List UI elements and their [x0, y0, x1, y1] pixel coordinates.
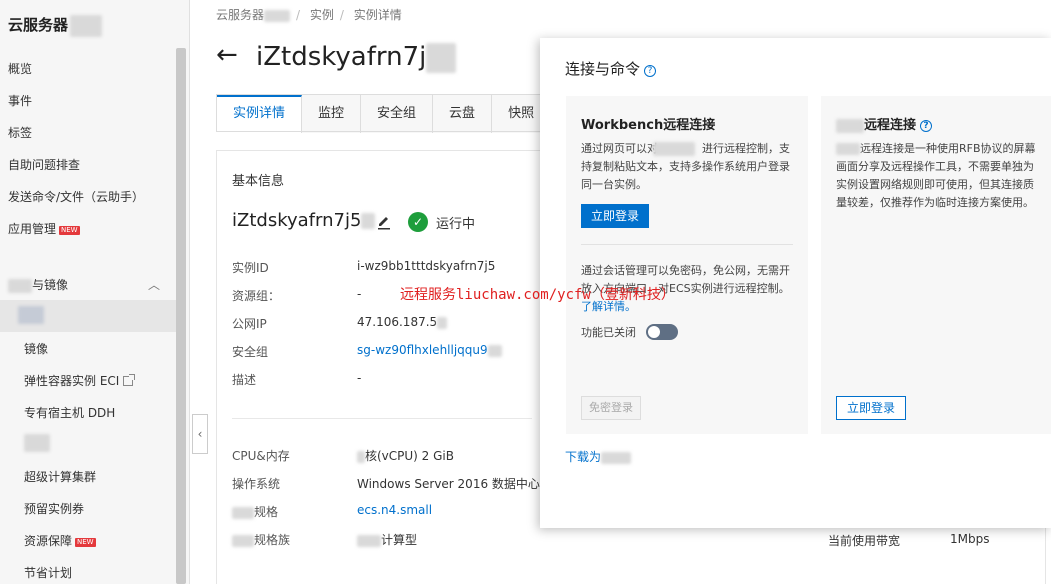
connect-command-dialog: 连接与命令? Workbench远程连接 通过网页可以对 进行远程控制，支持复制… — [540, 38, 1051, 528]
breadcrumb-item[interactable]: 实例 — [310, 8, 334, 22]
instance-name: iZtdskyafrn7j5 — [232, 210, 376, 231]
toggle-label: 功能已关闭 — [581, 326, 636, 339]
vnc-description: 远程连接是一种使用RFB协议的屏幕画面分享及远程操作工具，不需要单独为实例设置网… — [836, 142, 1036, 209]
sidebar-item-label: 资源保障 — [24, 534, 73, 548]
tab-security-group[interactable]: 安全组 — [361, 95, 434, 133]
label-resource-group: 资源组： — [232, 289, 281, 303]
workbench-title: Workbench远程连接 — [581, 118, 716, 133]
download-link[interactable]: 下载为 — [565, 448, 632, 465]
tab-monitoring[interactable]: 监控 — [302, 95, 362, 133]
status-text: 运行中 — [436, 216, 476, 232]
sidebar-item-resource-guarantee[interactable]: 资源保障 NEW — [24, 532, 96, 549]
sidebar-scrollbar[interactable] — [176, 48, 186, 584]
vnc-login-button[interactable]: 立即登录 — [836, 396, 907, 420]
label-instance-type: 规格 — [232, 503, 278, 520]
sidebar-item-tags[interactable]: 标签 — [8, 124, 32, 141]
new-badge: NEW — [59, 226, 80, 235]
sidebar-title: 云服务器 — [8, 14, 103, 37]
check-icon: ✓ — [408, 212, 428, 232]
external-link-icon — [123, 374, 136, 386]
sidebar-item-label: 应用管理 — [8, 222, 57, 236]
help-icon[interactable]: ? — [920, 120, 933, 132]
vnc-title: 远程连接? — [836, 114, 933, 133]
sidebar-item-send-command[interactable]: 发送命令/文件（云助手） — [8, 188, 144, 205]
sidebar-item-app-management[interactable]: 应用管理 NEW — [8, 220, 80, 237]
tab-underline — [216, 131, 546, 132]
label-public-ip: 公网IP — [232, 317, 267, 331]
value-description: - — [357, 371, 362, 385]
sidebar-section-label: 与镜像 — [32, 278, 69, 292]
sidebar-item-images[interactable]: 镜像 — [24, 340, 48, 357]
breadcrumb-item: 实例详情 — [353, 8, 402, 22]
value-bandwidth: 1Mbps — [950, 532, 990, 546]
sidebar-item-savings-plan[interactable]: 节省计划 — [24, 564, 72, 581]
divider — [232, 418, 532, 419]
chevron-left-icon: ‹ — [197, 427, 203, 441]
page-title: iZtdskyafrn7j — [256, 40, 457, 74]
passwordless-login-button: 免密登录 — [581, 396, 641, 420]
sidebar-item-eci[interactable]: 弹性容器实例 ECI — [24, 372, 136, 389]
sidebar-item-label: 弹性容器实例 ECI — [24, 374, 120, 388]
sidebar-item-blurred[interactable] — [24, 434, 50, 452]
sidebar-collapse-button[interactable]: ‹ — [192, 414, 208, 454]
sidebar-item-active[interactable] — [0, 300, 176, 332]
value-os: Windows Server 2016 数据中心版 — [357, 477, 552, 491]
value-cpu-memory: 核(vCPU) 2 GiB — [357, 447, 454, 464]
workbench-card: Workbench远程连接 通过网页可以对 进行远程控制，支持复制粘贴文本，支持… — [566, 96, 808, 434]
workbench-login-button[interactable]: 立即登录 — [581, 204, 650, 228]
value-public-ip: 47.106.187.5 — [357, 315, 448, 329]
link-instance-type[interactable]: ecs.n4.small — [357, 503, 432, 517]
edit-icon[interactable] — [376, 214, 392, 230]
sidebar-item-scc[interactable]: 超级计算集群 — [24, 468, 96, 485]
label-instance-family: 规格族 — [232, 531, 290, 548]
divider — [581, 244, 793, 245]
tab-instance-details[interactable]: 实例详情 — [217, 95, 303, 133]
help-icon[interactable]: ? — [644, 65, 657, 77]
value-instance-family: 计算型 — [357, 531, 417, 548]
breadcrumb-item[interactable]: 云服务器 — [216, 8, 264, 22]
label-instance-id: 实例ID — [232, 261, 269, 275]
section-title: 基本信息 — [232, 174, 285, 189]
label-security-group: 安全组 — [232, 345, 269, 359]
status-badge: ✓ 运行中 — [408, 212, 475, 232]
sidebar-section-images[interactable]: 与镜像 ︿ — [8, 276, 170, 293]
dialog-title: 连接与命令? — [565, 58, 657, 79]
value-instance-id: i-wz9bb1tttdskyafrn7j5 — [357, 259, 496, 273]
sidebar-item-overview[interactable]: 概览 — [8, 60, 32, 77]
tab-bar: 实例详情 监控 安全组 云盘 快照 — [216, 94, 553, 133]
value-resource-group: - — [357, 287, 362, 301]
breadcrumb: 云服务器 / 实例 / 实例详情 — [216, 8, 402, 22]
chevron-up-icon: ︿ — [147, 278, 160, 292]
vnc-card: 远程连接? 远程连接是一种使用RFB协议的屏幕画面分享及远程操作工具，不需要单独… — [821, 96, 1051, 434]
sidebar-item-ddh[interactable]: 专有宿主机 DDH — [24, 404, 115, 421]
label-bandwidth: 当前使用带宽 — [828, 534, 901, 548]
session-manager-toggle-row: 功能已关闭 — [581, 324, 678, 340]
tab-disks[interactable]: 云盘 — [433, 95, 493, 133]
back-arrow-icon[interactable]: ← — [216, 40, 238, 70]
label-os: 操作系统 — [232, 477, 281, 491]
label-cpu-memory: CPU&内存 — [232, 449, 290, 463]
label-description: 描述 — [232, 373, 257, 387]
watermark-text: 远程服务liuchaw.com/ycfw（壹新科技） — [400, 287, 675, 303]
link-security-group[interactable]: sg-wz90flhxlehlljqqu9 — [357, 343, 502, 357]
sidebar-item-events[interactable]: 事件 — [8, 92, 32, 109]
sidebar-item-reserved[interactable]: 预留实例券 — [24, 500, 84, 517]
sidebar-item-troubleshoot[interactable]: 自助问题排查 — [8, 156, 80, 173]
new-badge: NEW — [75, 538, 96, 547]
session-manager-toggle[interactable] — [646, 324, 678, 340]
sidebar: 云服务器 概览 事件 标签 自助问题排查 发送命令/文件（云助手） 应用管理 NE… — [0, 0, 190, 584]
